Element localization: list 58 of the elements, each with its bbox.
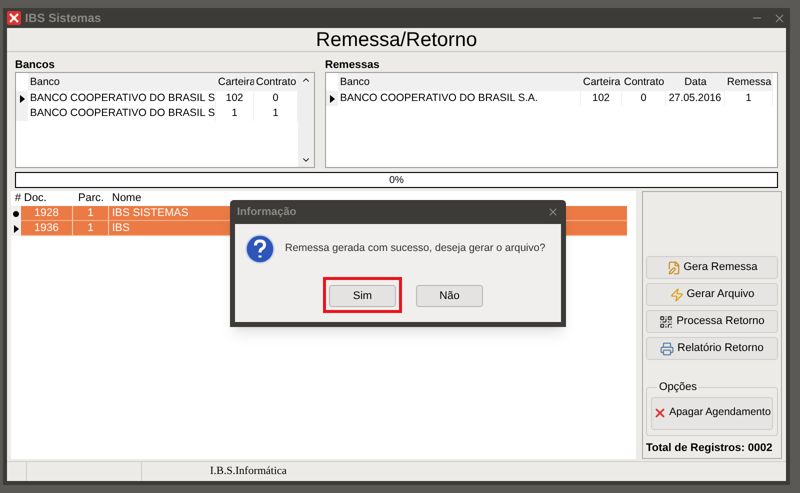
section-label: Remessas [325,58,380,72]
table-cell: BANCO COOPERATIVO DO BRASIL S [28,106,216,121]
action-button[interactable]: Relatório Retorno [646,337,778,360]
total-records: Total de Registros: 0002 [646,440,774,456]
row-header-cell[interactable] [16,91,28,106]
progress-reading: 0% [389,174,404,188]
printer-icon [660,342,674,356]
delete-icon [653,406,668,420]
dialog-button[interactable]: Sim [329,285,396,308]
column-header[interactable]: Carteira [581,73,622,91]
action-button[interactable]: Gera Remessa [646,256,778,279]
row-pointer-icon [330,94,334,102]
lightning-icon [670,288,684,302]
row-pointer-icon [14,224,18,232]
column-header[interactable]: Remessa [725,73,773,91]
action-button[interactable]: Processa Retorno [646,310,778,333]
column-header[interactable]: Contrato [254,73,298,91]
window-title: IBS Sistemas [25,10,102,27]
table-cell: 1 [216,106,254,121]
table-cell: 102 [581,91,622,106]
section-label: Bancos [15,58,56,72]
group-label: Opções [657,380,699,394]
document-pencil-icon [666,260,680,274]
table-cell: 1936 [21,221,73,235]
status-text: I.B.S.Informática [210,464,287,480]
table-cell: BANCO COOPERATIVO DO BRASIL S.A. [338,91,581,106]
close-icon[interactable] [547,206,559,218]
close-icon[interactable] [773,12,786,24]
row-header-cell[interactable] [326,91,338,106]
dialog-button[interactable]: Não [416,285,483,308]
table-cell: 1928 [21,206,73,220]
app-logo-icon [7,11,21,25]
table-cell: 1 [73,206,109,220]
column-header[interactable]: Nome [109,191,259,206]
page-heading: Remessa/Retorno [316,28,478,52]
row-header-cell[interactable] [16,106,28,121]
table-cell: 0 [622,91,666,106]
scrollbar[interactable] [298,73,314,167]
column-header[interactable]: # [11,191,21,206]
column-header[interactable]: Parc. [73,191,109,206]
qr-code-icon [659,314,674,328]
dialog-message: Remessa gerada com sucesso, deseja gerar o arquivo? [285,241,546,256]
row-pointer-icon [20,94,24,102]
question-icon [245,234,275,264]
column-header[interactable]: Carteira [216,73,254,91]
table-cell: BANCO COOPERATIVO DO BRASIL S [28,91,216,106]
table-cell: 27.05.2016 [666,91,725,106]
column-header[interactable]: Doc. [21,191,73,206]
column-header[interactable]: Banco [338,73,581,91]
table-cell: 1 [73,221,109,235]
column-header[interactable]: Data [666,73,725,91]
delete-schedule-button[interactable]: Apagar Agendamento [651,396,773,430]
edit-dot-icon [13,210,19,216]
table-cell: 102 [216,91,254,106]
column-header[interactable]: Contrato [622,73,666,91]
table-cell: 1 [725,91,773,106]
column-header[interactable]: Banco [28,73,216,91]
action-button[interactable]: Gerar Arquivo [646,283,778,306]
